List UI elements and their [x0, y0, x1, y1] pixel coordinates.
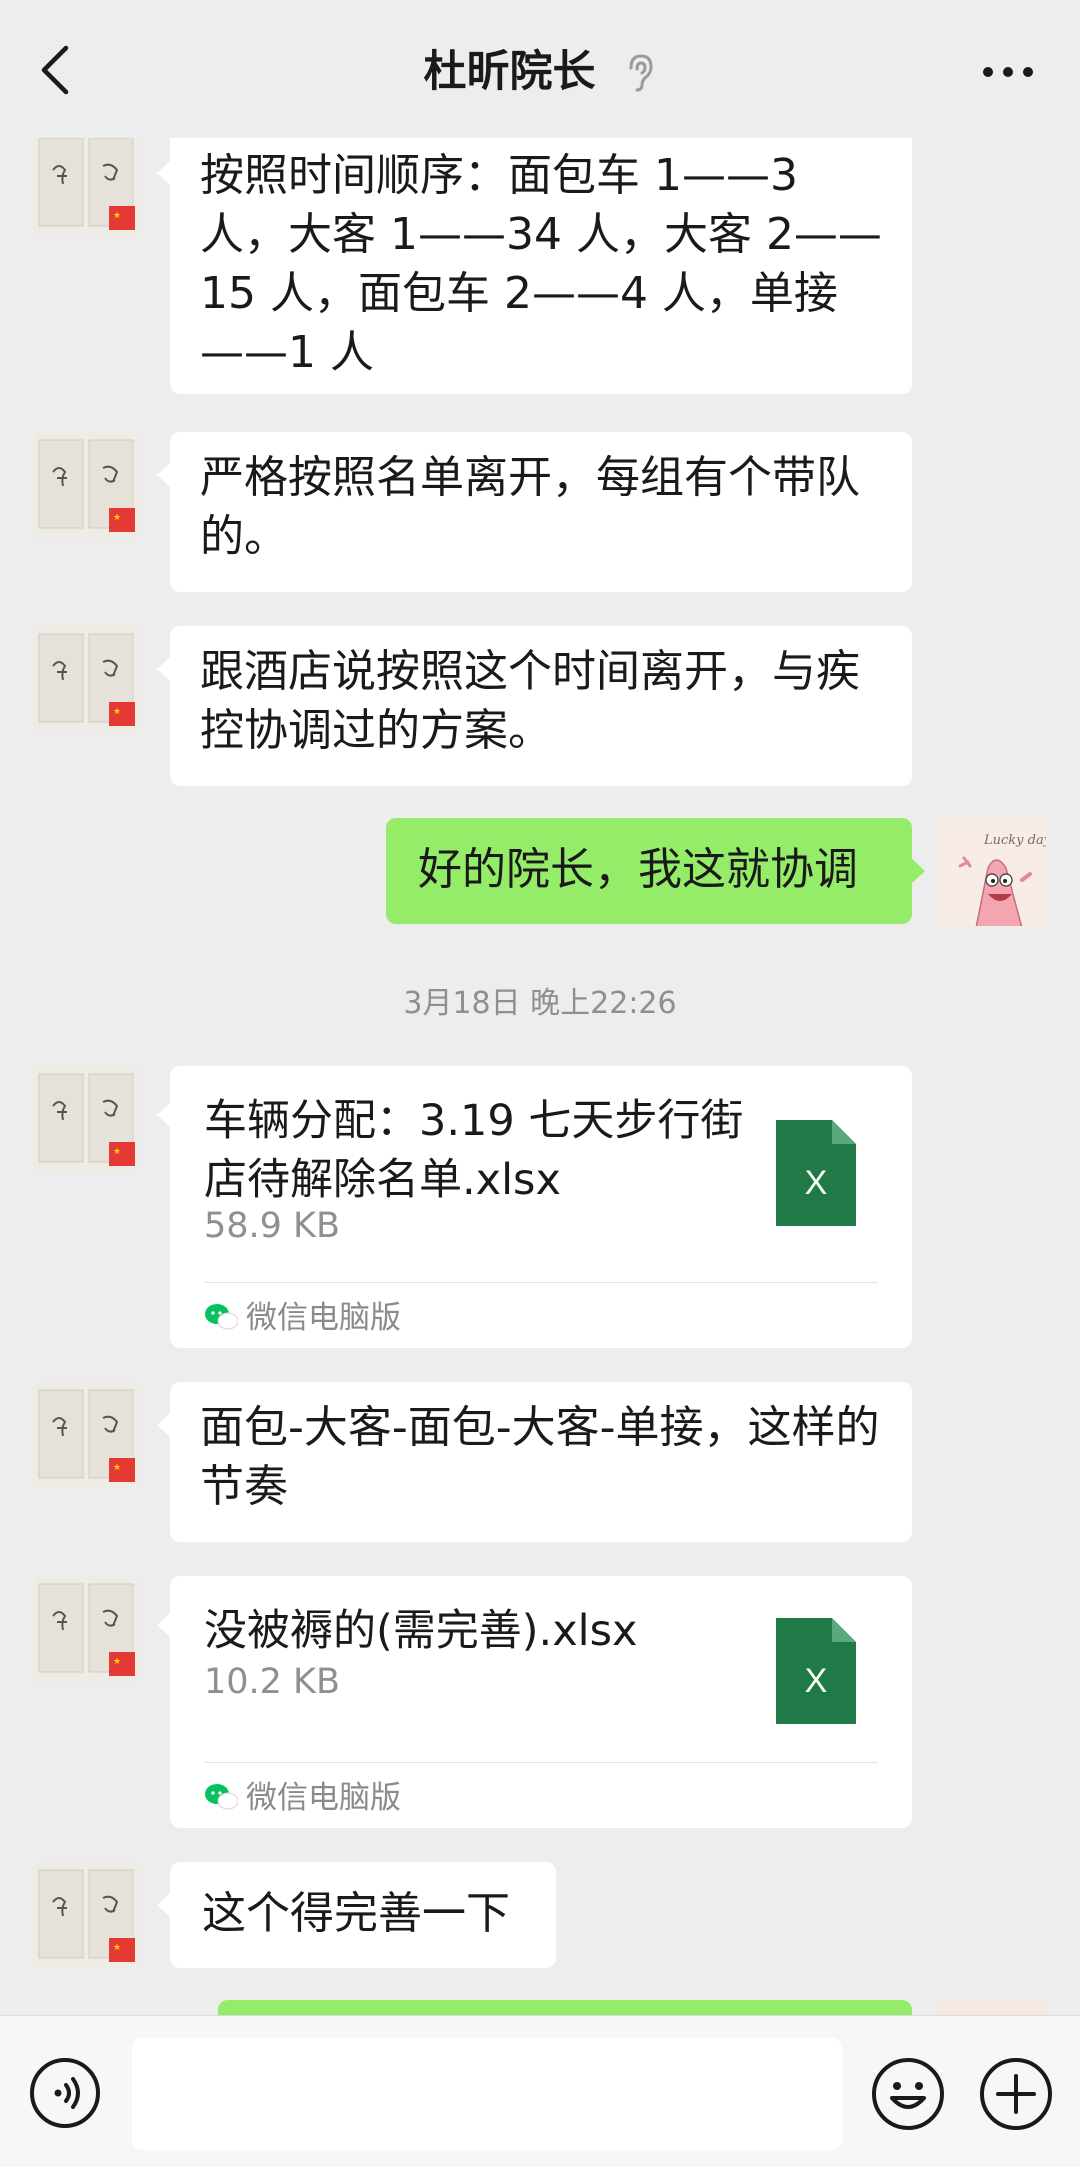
message-bubble[interactable]: 面包-大客-面包-大客-单接，这样的节奏: [157, 1382, 912, 1542]
wechat-icon: [205, 1304, 238, 1330]
file-source-label: 微信电脑版: [204, 1778, 401, 1818]
svg-text:X: X: [805, 1164, 828, 1202]
svg-text:★: ★: [113, 1147, 121, 1157]
more-options-button[interactable]: [980, 52, 1036, 92]
message-text: 按照时间顺序：面包车 1——3 人，大客 1——34 人，大客 2——15 人，…: [200, 150, 882, 378]
ear-icon: [629, 54, 653, 92]
file-name: 车辆分配：3.19 七天步行街店待解除名单.xlsx: [204, 1096, 744, 1205]
message-text: 好的院长，我这就协调: [418, 844, 858, 895]
file-size: 58.9 KB: [204, 1206, 341, 1246]
contact-avatar[interactable]: ★: [33, 130, 139, 236]
back-button[interactable]: [36, 42, 76, 98]
more-dots-icon: [983, 67, 1033, 77]
chat-area[interactable]: ★ 按照时间顺序：面包车 1——3 人，大客 1——34 人，大客 2——15 …: [0, 0, 1080, 2015]
chat-title: 杜昕院长: [423, 47, 596, 97]
my-avatar-partial[interactable]: [938, 2000, 1046, 2015]
my-avatar[interactable]: Lucky day: [938, 818, 1046, 926]
svg-text:★: ★: [113, 1463, 121, 1473]
voice-icon: [30, 2058, 100, 2128]
excel-file-icon: X: [776, 1120, 856, 1226]
file-card-divider: [204, 1762, 878, 1763]
emoji-button[interactable]: [870, 2056, 946, 2132]
chat-header: 杜昕院长: [0, 0, 1080, 138]
voice-button[interactable]: [28, 2056, 102, 2130]
svg-text:★: ★: [113, 211, 121, 221]
file-message-card[interactable]: 没被褥的(需完善).xlsx 10.2 KB X 微信电脑版: [157, 1576, 912, 1828]
input-bar: [0, 2015, 1080, 2167]
message-text: 严格按照名单离开，每组有个带队的。: [200, 452, 860, 562]
file-source-text: 微信电脑版: [246, 1780, 401, 1816]
more-actions-button[interactable]: [978, 2056, 1054, 2132]
sent-message-bubble-partial[interactable]: [218, 2000, 912, 2015]
file-message-card[interactable]: 车辆分配：3.19 七天步行街店待解除名单.xlsx 58.9 KB X 微信电…: [157, 1066, 912, 1348]
svg-text:★: ★: [113, 1943, 121, 1953]
emoji-icon: [872, 2058, 944, 2130]
svg-text:X: X: [805, 1662, 828, 1700]
contact-avatar[interactable]: ★: [33, 1066, 139, 1172]
message-text: 这个得完善一下: [202, 1888, 510, 1939]
file-source-text: 微信电脑版: [246, 1300, 401, 1336]
contact-avatar[interactable]: ★: [33, 1382, 139, 1488]
contact-avatar[interactable]: ★: [33, 626, 139, 732]
contact-avatar[interactable]: ★: [33, 1576, 139, 1682]
message-bubble[interactable]: 严格按照名单离开，每组有个带队的。: [157, 432, 912, 592]
message-input[interactable]: [132, 2038, 842, 2150]
chat-timestamp: 3月18日 晚上22:26: [403, 986, 677, 1021]
message-bubble[interactable]: 跟酒店说按照这个时间离开，与疾控协调过的方案。: [157, 626, 912, 786]
contact-avatar[interactable]: ★: [33, 432, 139, 538]
chat-title-area: 杜昕院长: [0, 40, 1080, 104]
file-source-label: 微信电脑版: [204, 1298, 401, 1338]
message-text: 跟酒店说按照这个时间离开，与疾控协调过的方案。: [200, 646, 860, 756]
message-text: 面包-大客-面包-大客-单接，这样的节奏: [200, 1402, 880, 1512]
chevron-left-icon: [41, 45, 69, 95]
message-bubble[interactable]: 按照时间顺序：面包车 1——3 人，大客 1——34 人，大客 2——15 人，…: [157, 130, 912, 394]
wechat-icon: [205, 1784, 238, 1810]
file-name: 没被褥的(需完善).xlsx: [204, 1606, 638, 1656]
message-bubble[interactable]: 这个得完善一下: [157, 1862, 556, 1968]
plus-icon: [980, 2058, 1052, 2130]
sticker-text: Lucky day: [983, 833, 1046, 848]
file-size: 10.2 KB: [204, 1662, 341, 1702]
svg-text:★: ★: [113, 707, 121, 717]
sent-message-bubble[interactable]: 好的院长，我这就协调: [386, 818, 925, 924]
file-card-divider: [204, 1282, 878, 1283]
excel-file-icon: X: [776, 1618, 856, 1724]
contact-avatar[interactable]: ★: [33, 1862, 139, 1968]
svg-text:★: ★: [113, 1657, 121, 1667]
svg-text:★: ★: [113, 513, 121, 523]
